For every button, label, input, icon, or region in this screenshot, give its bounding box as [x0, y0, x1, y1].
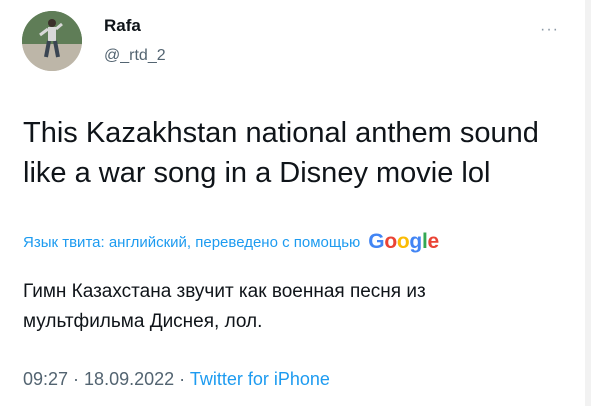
- google-logo-letter: g: [409, 230, 422, 253]
- tweet-date[interactable]: 18.09.2022: [84, 369, 174, 389]
- meta-separator: ·: [174, 369, 190, 389]
- scrollbar[interactable]: [585, 0, 591, 406]
- translation-label: Язык твита: английский, переведено с пом…: [23, 233, 361, 251]
- tweet-card: Rafa @_rtd_2 ··· This Kazakhstan nationa…: [0, 0, 591, 406]
- author-name[interactable]: Rafa: [104, 16, 141, 36]
- google-logo-letter: o: [396, 230, 410, 253]
- google-logo: Google: [368, 230, 439, 254]
- tweet-text: This Kazakhstan national anthem sound li…: [23, 117, 539, 189]
- author-handle[interactable]: @_rtd_2: [104, 47, 166, 65]
- translation-attribution[interactable]: Язык твита: английский, переведено с пом…: [23, 230, 439, 254]
- google-logo-letter: o: [384, 230, 397, 253]
- avatar-photo: [22, 11, 82, 71]
- google-logo-letter: e: [427, 230, 439, 253]
- google-logo-letter: G: [368, 230, 385, 253]
- tweet-time[interactable]: 09:27: [23, 369, 68, 389]
- meta-separator: ·: [68, 369, 85, 389]
- tweet-source-link[interactable]: Twitter for iPhone: [190, 369, 330, 389]
- tweet-meta: 09:27 · 18.09.2022 · Twitter for iPhone: [23, 369, 330, 390]
- avatar[interactable]: [22, 11, 82, 71]
- more-options-icon[interactable]: ···: [540, 22, 559, 38]
- translated-text: Гимн Казахстана звучит как военная песня…: [23, 281, 426, 332]
